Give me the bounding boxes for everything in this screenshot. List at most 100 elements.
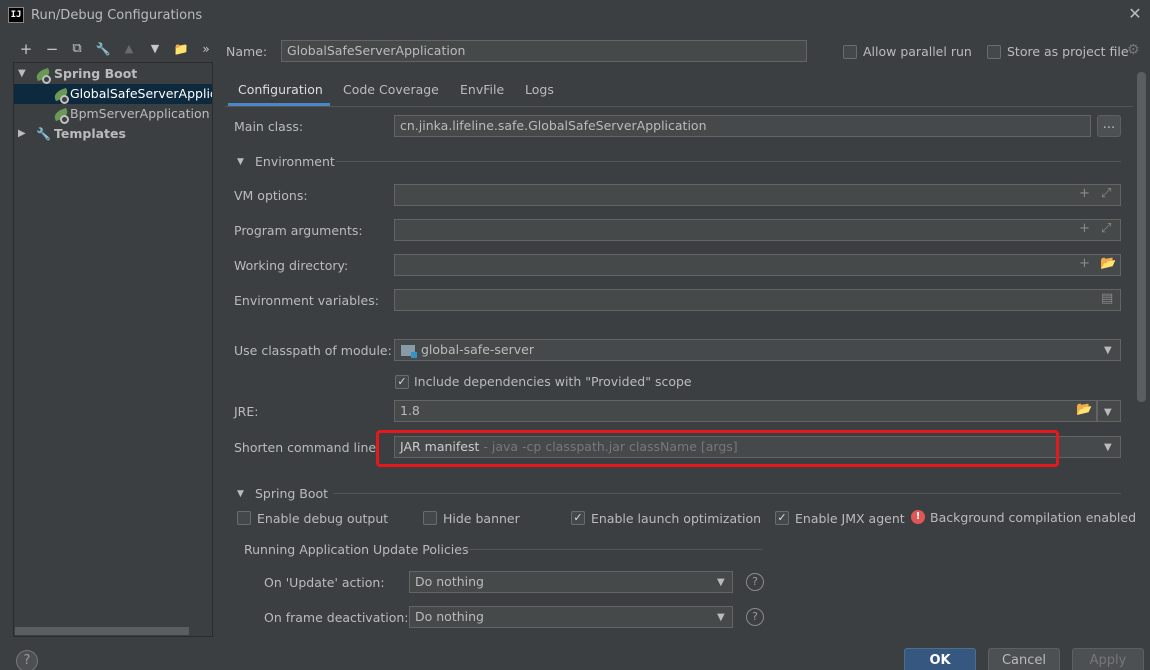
- chevron-down-icon[interactable]: ▼: [717, 577, 725, 588]
- plus-icon[interactable]: +: [1079, 186, 1090, 201]
- spring-boot-icon: [34, 67, 52, 84]
- folder-icon[interactable]: 📂: [1100, 256, 1116, 271]
- remove-icon[interactable]: −: [43, 40, 61, 58]
- folder-icon[interactable]: 📂: [1076, 402, 1092, 417]
- tree-item-label: Templates: [54, 126, 126, 141]
- include-deps-label: Include dependencies with "Provided" sco…: [414, 374, 692, 389]
- name-input[interactable]: GlobalSafeServerApplication: [281, 40, 807, 62]
- close-icon[interactable]: ✕: [1126, 5, 1144, 23]
- tree-item-bpm[interactable]: BpmServerApplication: [14, 104, 212, 124]
- frame-deactivation-select[interactable]: Do nothing: [409, 606, 733, 628]
- classpath-label: Use classpath of module:: [234, 343, 392, 358]
- wrench-icon: 🔧: [36, 127, 51, 141]
- env-vars-label: Environment variables:: [234, 293, 379, 308]
- spring-boot-app-icon: [52, 107, 70, 124]
- tree-item-spring-boot[interactable]: ▼ Spring Boot: [14, 64, 212, 84]
- cancel-button[interactable]: Cancel: [988, 648, 1060, 670]
- gear-icon[interactable]: ⚙: [1127, 42, 1140, 58]
- expand-icon[interactable]: ⤢: [1101, 186, 1111, 201]
- jre-input[interactable]: 1.8: [394, 400, 1097, 422]
- expand-icon[interactable]: ⤢: [1101, 221, 1111, 236]
- hide-banner-label: Hide banner: [443, 511, 520, 526]
- copy-icon[interactable]: ⧉: [68, 40, 86, 58]
- chevron-down-icon[interactable]: ▼: [1104, 442, 1112, 453]
- tree-scrollbar[interactable]: [15, 627, 189, 635]
- include-deps-checkbox[interactable]: ✓: [395, 375, 409, 389]
- tab-divider: [225, 106, 1133, 107]
- folder-icon[interactable]: 📁: [172, 40, 190, 58]
- browse-main-class-button[interactable]: ...: [1097, 115, 1121, 137]
- tree-item-label: Spring Boot: [54, 66, 138, 81]
- more-icon[interactable]: »: [197, 40, 215, 58]
- bg-compile-label: Background compilation enabled: [930, 510, 1137, 525]
- allow-parallel-checkbox[interactable]: [843, 45, 857, 59]
- config-tree[interactable]: ▼ Spring Boot GlobalSafeServerApplica Bp…: [13, 62, 213, 637]
- tab-envfile[interactable]: EnvFile: [460, 82, 504, 106]
- help-icon[interactable]: ?: [746, 608, 764, 626]
- ok-button[interactable]: OK: [904, 648, 976, 670]
- help-button[interactable]: ?: [16, 650, 38, 670]
- annotation-highlight-box: [376, 430, 1059, 467]
- add-icon[interactable]: +: [17, 40, 35, 58]
- vm-options-input[interactable]: [394, 184, 1121, 206]
- jmx-checkbox[interactable]: ✓: [775, 511, 789, 525]
- debug-output-checkbox[interactable]: [237, 511, 251, 525]
- jre-dropdown-button[interactable]: ▼: [1097, 400, 1121, 422]
- tab-configuration[interactable]: Configuration: [228, 82, 330, 106]
- main-class-label: Main class:: [234, 119, 304, 134]
- chevron-right-icon[interactable]: ▶: [18, 124, 26, 144]
- chevron-down-icon: ▼: [1104, 407, 1112, 418]
- environment-section-title: Environment: [255, 154, 335, 169]
- update-action-select[interactable]: Do nothing: [409, 571, 733, 593]
- working-dir-label: Working directory:: [234, 258, 349, 273]
- window-title: Run/Debug Configurations: [31, 8, 203, 23]
- tab-logs[interactable]: Logs: [525, 82, 554, 106]
- tree-item-label: GlobalSafeServerApplica: [70, 86, 212, 101]
- main-class-input[interactable]: cn.jinka.lifeline.safe.GlobalSafeServerA…: [394, 115, 1091, 137]
- module-icon: [401, 345, 417, 358]
- allow-parallel-label: Allow parallel run: [863, 44, 972, 59]
- chevron-down-icon[interactable]: ▼: [1104, 345, 1112, 356]
- form-scrollbar[interactable]: [1137, 72, 1146, 402]
- tree-item-label: BpmServerApplication: [70, 106, 210, 121]
- move-down-icon[interactable]: ▼: [146, 40, 164, 58]
- vm-options-label: VM options:: [234, 188, 308, 203]
- section-divider: [462, 549, 762, 550]
- title-bar: IJ Run/Debug Configurations ✕: [0, 0, 1150, 32]
- shorten-label: Shorten command line:: [234, 440, 381, 455]
- chevron-down-icon[interactable]: ▼: [237, 489, 244, 499]
- apply-button[interactable]: Apply: [1072, 648, 1144, 670]
- wrench-icon[interactable]: 🔧: [94, 40, 112, 58]
- document-icon[interactable]: ▤: [1101, 291, 1113, 306]
- move-up-icon: ▲: [124, 42, 134, 55]
- section-divider: [336, 161, 1121, 162]
- store-project-label: Store as project file: [1007, 44, 1129, 59]
- name-label: Name:: [226, 44, 268, 59]
- section-divider: [333, 493, 1121, 494]
- error-icon: !: [911, 510, 925, 524]
- plus-icon[interactable]: +: [1079, 221, 1090, 236]
- policies-title: Running Application Update Policies: [244, 542, 469, 557]
- classpath-value: global-safe-server: [421, 342, 534, 357]
- spring-boot-section-title: Spring Boot: [255, 486, 329, 501]
- chevron-down-icon[interactable]: ▼: [18, 64, 26, 84]
- chevron-down-icon[interactable]: ▼: [237, 157, 244, 167]
- working-dir-input[interactable]: [394, 254, 1121, 276]
- frame-deactivation-label: On frame deactivation:: [264, 610, 409, 625]
- store-project-checkbox[interactable]: [987, 45, 1001, 59]
- tree-item-global-safe[interactable]: GlobalSafeServerApplica: [14, 84, 212, 104]
- spring-boot-app-icon: [52, 87, 70, 104]
- help-icon[interactable]: ?: [746, 573, 764, 591]
- update-action-label: On 'Update' action:: [264, 575, 385, 590]
- chevron-down-icon[interactable]: ▼: [717, 612, 725, 623]
- program-args-input[interactable]: [394, 219, 1121, 241]
- hide-banner-checkbox[interactable]: [423, 511, 437, 525]
- plus-icon[interactable]: +: [1079, 256, 1090, 271]
- tab-code-coverage[interactable]: Code Coverage: [343, 82, 439, 106]
- tree-item-templates[interactable]: ▶ 🔧 Templates: [14, 124, 212, 144]
- classpath-select[interactable]: global-safe-server: [394, 339, 1121, 361]
- jre-label: JRE:: [234, 404, 259, 419]
- launch-opt-checkbox[interactable]: ✓: [571, 511, 585, 525]
- debug-output-label: Enable debug output: [257, 511, 389, 526]
- env-vars-input[interactable]: [394, 289, 1121, 311]
